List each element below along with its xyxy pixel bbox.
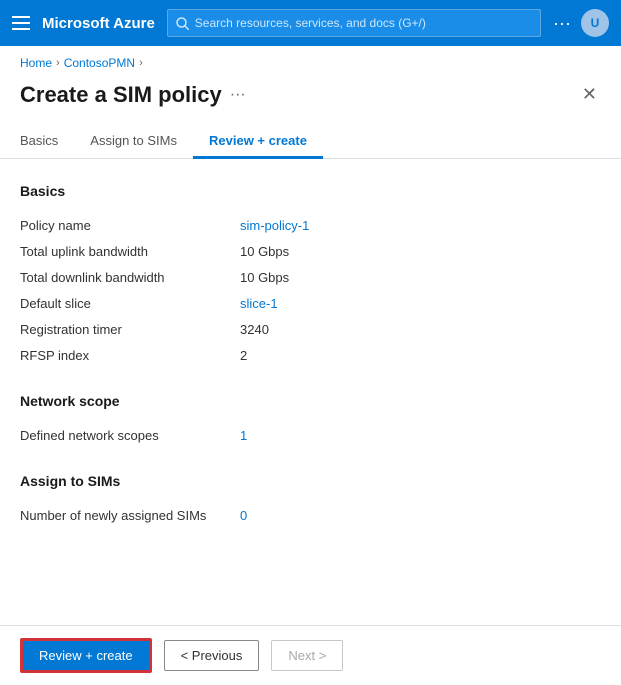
next-button[interactable]: Next > bbox=[271, 640, 343, 671]
close-button[interactable]: ✕ bbox=[578, 80, 601, 109]
default-slice-value[interactable]: slice-1 bbox=[240, 296, 278, 311]
review-create-button[interactable]: Review + create bbox=[20, 638, 152, 673]
policy-name-label: Policy name bbox=[20, 218, 240, 233]
tab-assign-to-sims[interactable]: Assign to SIMs bbox=[74, 125, 193, 159]
search-bar[interactable] bbox=[167, 9, 541, 37]
section-network-scope-title: Network scope bbox=[20, 393, 601, 409]
table-row: Total downlink bandwidth 10 Gbps bbox=[20, 265, 601, 291]
table-row: Registration timer 3240 bbox=[20, 317, 601, 343]
network-scope-table: Defined network scopes 1 bbox=[20, 423, 601, 449]
section-basics-title: Basics bbox=[20, 183, 601, 199]
table-row: Total uplink bandwidth 10 Gbps bbox=[20, 239, 601, 265]
uplink-label: Total uplink bandwidth bbox=[20, 244, 240, 259]
topbar-right: ··· U bbox=[553, 9, 609, 37]
page-title: Create a SIM policy bbox=[20, 82, 222, 108]
default-slice-label: Default slice bbox=[20, 296, 240, 311]
footer-bar: Review + create < Previous Next > bbox=[0, 625, 621, 685]
table-row: RFSP index 2 bbox=[20, 343, 601, 369]
newly-assigned-value[interactable]: 0 bbox=[240, 508, 247, 523]
topbar-more-icon[interactable]: ··· bbox=[553, 13, 571, 34]
page-title-row: Create a SIM policy ··· bbox=[20, 82, 246, 108]
hamburger-icon[interactable] bbox=[12, 16, 30, 30]
section-assign-sims-title: Assign to SIMs bbox=[20, 473, 601, 489]
avatar[interactable]: U bbox=[581, 9, 609, 37]
basics-table: Policy name sim-policy-1 Total uplink ba… bbox=[20, 213, 601, 369]
search-input[interactable] bbox=[195, 16, 532, 30]
breadcrumb-sep-1: › bbox=[56, 57, 60, 69]
downlink-label: Total downlink bandwidth bbox=[20, 270, 240, 285]
breadcrumb-contoso[interactable]: ContosoPMN bbox=[64, 56, 135, 70]
tab-review-create[interactable]: Review + create bbox=[193, 125, 323, 159]
registration-timer-value: 3240 bbox=[240, 322, 269, 337]
table-row: Number of newly assigned SIMs 0 bbox=[20, 503, 601, 529]
defined-network-value[interactable]: 1 bbox=[240, 428, 247, 443]
breadcrumb-sep-2: › bbox=[139, 57, 143, 69]
azure-logo: Microsoft Azure bbox=[42, 15, 155, 32]
section-network-scope: Network scope Defined network scopes 1 bbox=[20, 393, 601, 449]
content-area: Basics Policy name sim-policy-1 Total up… bbox=[0, 159, 621, 633]
topbar: Microsoft Azure ··· U bbox=[0, 0, 621, 46]
table-row: Policy name sim-policy-1 bbox=[20, 213, 601, 239]
section-basics: Basics Policy name sim-policy-1 Total up… bbox=[20, 183, 601, 369]
tab-basics[interactable]: Basics bbox=[20, 125, 74, 159]
table-row: Defined network scopes 1 bbox=[20, 423, 601, 449]
breadcrumb: Home › ContosoPMN › bbox=[0, 46, 621, 76]
newly-assigned-label: Number of newly assigned SIMs bbox=[20, 508, 240, 523]
table-row: Default slice slice-1 bbox=[20, 291, 601, 317]
rfsp-value: 2 bbox=[240, 348, 247, 363]
page-header: Create a SIM policy ··· ✕ bbox=[0, 76, 621, 109]
main-container: Home › ContosoPMN › Create a SIM policy … bbox=[0, 46, 621, 685]
previous-button[interactable]: < Previous bbox=[164, 640, 260, 671]
assign-sims-table: Number of newly assigned SIMs 0 bbox=[20, 503, 601, 529]
registration-timer-label: Registration timer bbox=[20, 322, 240, 337]
search-icon bbox=[176, 17, 189, 30]
uplink-value: 10 Gbps bbox=[240, 244, 289, 259]
defined-network-label: Defined network scopes bbox=[20, 428, 240, 443]
breadcrumb-home[interactable]: Home bbox=[20, 56, 52, 70]
downlink-value: 10 Gbps bbox=[240, 270, 289, 285]
page-title-menu-icon[interactable]: ··· bbox=[230, 86, 246, 104]
policy-name-value[interactable]: sim-policy-1 bbox=[240, 218, 309, 233]
rfsp-label: RFSP index bbox=[20, 348, 240, 363]
tabs: Basics Assign to SIMs Review + create bbox=[0, 109, 621, 159]
section-assign-sims: Assign to SIMs Number of newly assigned … bbox=[20, 473, 601, 529]
